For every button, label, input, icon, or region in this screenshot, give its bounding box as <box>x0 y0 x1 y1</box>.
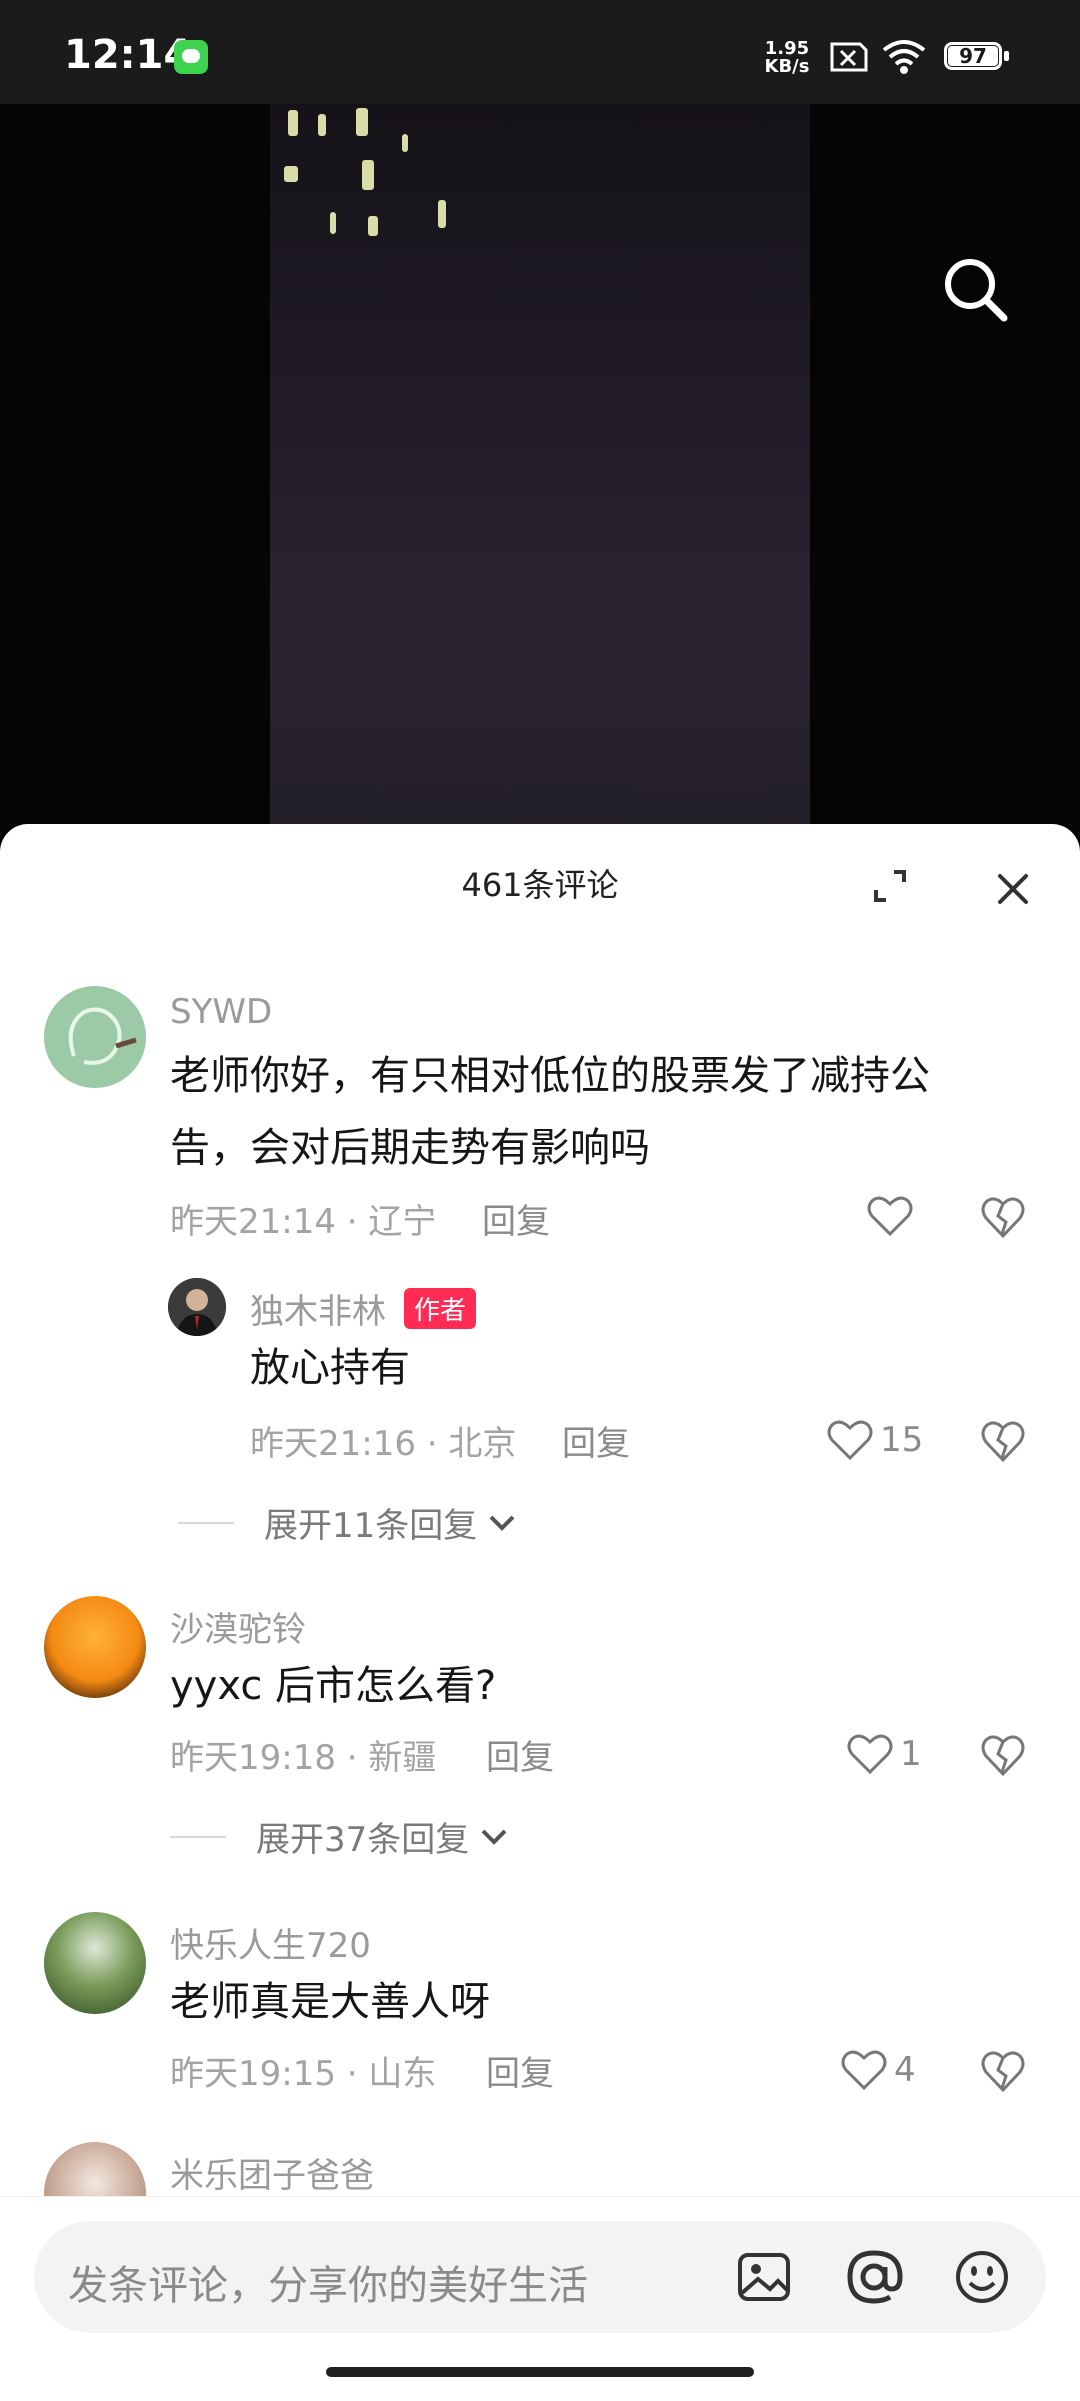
video-player[interactable] <box>0 104 1080 840</box>
battery-icon: 97 <box>944 38 1010 76</box>
expand-replies-button[interactable]: 展开37条回复 <box>170 1812 511 1861</box>
comment-text: yyxc 后市怎么看? <box>170 1663 497 1709</box>
image-icon[interactable] <box>734 2247 794 2307</box>
avatar[interactable] <box>168 1278 226 1336</box>
expand-icon[interactable] <box>868 864 912 908</box>
expand-replies-label: 展开11条回复 <box>264 1506 478 1546</box>
reply-time: 昨天21:16 <box>250 1424 416 1464</box>
author-badge: 作者 <box>404 1288 477 1329</box>
comment-username[interactable]: 快乐人生720 <box>170 1918 371 1967</box>
at-icon[interactable] <box>844 2247 904 2307</box>
like-count: 15 <box>880 1420 924 1460</box>
divider <box>178 1521 234 1524</box>
broken-heart-icon[interactable] <box>978 1192 1028 1242</box>
close-icon[interactable] <box>992 868 1034 910</box>
network-speed-unit: KB/s <box>764 56 810 77</box>
comment-username[interactable]: 米乐团子爸爸 <box>170 2148 374 2197</box>
reply-button[interactable]: 回复 <box>486 2046 554 2095</box>
heart-icon <box>827 1420 873 1461</box>
emoji-icon[interactable] <box>952 2247 1012 2307</box>
sim-x-icon <box>830 42 868 72</box>
comment-meta: 昨天19:18 · 新疆 <box>170 1738 437 1778</box>
heart-icon <box>841 2050 887 2091</box>
reply-button[interactable]: 回复 <box>486 1730 554 1779</box>
broken-heart-icon[interactable] <box>978 1416 1028 1466</box>
reply-button[interactable]: 回复 <box>562 1416 630 1465</box>
comment-location: 辽宁 <box>368 1202 437 1242</box>
like-button[interactable]: 1 <box>846 1728 922 1780</box>
comment-text-line2: 告，会对后期走势有影响吗 <box>170 1125 650 1171</box>
wechat-icon <box>174 40 208 74</box>
avatar[interactable] <box>44 1912 146 2014</box>
comment-meta: 昨天19:15 · 山东 <box>170 2054 437 2094</box>
like-button[interactable]: 4 <box>840 2044 916 2096</box>
reply-location: 北京 <box>448 1424 517 1464</box>
broken-heart-icon[interactable] <box>978 1730 1028 1780</box>
status-time: 12:14 <box>64 32 192 78</box>
reply-username[interactable]: 独木非林 <box>250 1284 386 1333</box>
heart-icon <box>867 1196 913 1237</box>
like-count: 4 <box>894 2050 916 2090</box>
comment-time: 昨天19:15 <box>170 2054 336 2094</box>
comment-input[interactable]: 发条评论，分享你的美好生活 <box>34 2221 1046 2333</box>
avatar[interactable] <box>44 986 146 1088</box>
divider <box>170 1835 226 1838</box>
chevron-down-icon <box>489 1515 515 1531</box>
avatar-image <box>68 1007 137 1065</box>
comment-username[interactable]: 沙漠驼铃 <box>170 1602 306 1651</box>
comment-location: 新疆 <box>368 1738 437 1778</box>
expand-replies-label: 展开37条回复 <box>256 1820 470 1860</box>
comment-time: 昨天19:18 <box>170 1738 336 1778</box>
reply-text: 放心持有 <box>250 1345 410 1391</box>
comments-sheet: 461条评论 SYWD 老师你好，有只相对低位的股票发了减持公 告，会对后期走势… <box>0 824 1080 2400</box>
like-button[interactable] <box>866 1190 914 1242</box>
comments-count-title: 461条评论 <box>461 866 619 904</box>
avatar-image <box>168 1278 226 1336</box>
battery-level: 97 <box>948 46 998 66</box>
video-frame <box>270 104 810 840</box>
comment-input-bar: 发条评论，分享你的美好生活 <box>0 2196 1080 2401</box>
chevron-down-icon <box>481 1829 507 1845</box>
comment-input-placeholder: 发条评论，分享你的美好生活 <box>68 2263 588 2309</box>
comment-username[interactable]: SYWD <box>170 992 272 1032</box>
comment-time: 昨天21:14 <box>170 1202 336 1242</box>
home-indicator[interactable] <box>326 2367 754 2377</box>
avatar[interactable] <box>44 1596 146 1698</box>
like-button[interactable]: 15 <box>826 1414 923 1466</box>
comment-text: 老师真是大善人呀 <box>170 1979 490 2025</box>
comment-meta: 昨天21:14 · 辽宁 <box>170 1202 437 1242</box>
status-bar: 12:14 1.95 KB/s 97 <box>0 0 1080 104</box>
heart-icon <box>847 1734 893 1775</box>
wifi-icon <box>882 40 926 74</box>
broken-heart-icon[interactable] <box>978 2046 1028 2096</box>
search-icon[interactable] <box>940 254 1010 324</box>
comment-text-line1: 老师你好，有只相对低位的股票发了减持公 <box>170 1053 930 1099</box>
expand-replies-button[interactable]: 展开11条回复 <box>178 1498 519 1547</box>
like-count: 1 <box>900 1734 922 1774</box>
reply-meta: 昨天21:16 · 北京 <box>250 1424 517 1464</box>
reply-button[interactable]: 回复 <box>482 1194 550 1243</box>
comment-location: 山东 <box>368 2054 437 2094</box>
network-speed: 1.95 KB/s <box>760 40 814 76</box>
